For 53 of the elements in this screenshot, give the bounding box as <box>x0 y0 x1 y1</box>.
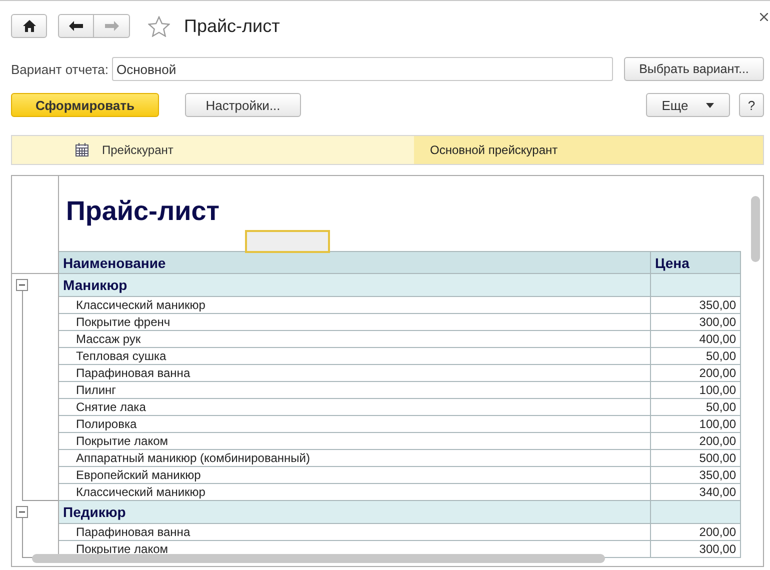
item-price: 50,00 <box>651 399 741 415</box>
item-name: Пилинг <box>59 382 651 398</box>
variant-field[interactable]: Основной <box>112 57 613 81</box>
choose-variant-button[interactable]: Выбрать вариант... <box>624 57 764 81</box>
item-name: Европейский маникюр <box>59 467 651 483</box>
more-button[interactable]: Еще <box>646 93 730 117</box>
caret-icon <box>706 102 714 108</box>
window-title: Прайс-лист <box>184 16 280 36</box>
group-name: Педикюр <box>59 501 651 523</box>
help-button[interactable]: ? <box>739 93 764 117</box>
selected-cell[interactable] <box>245 230 330 253</box>
item-name: Покрытие лаком <box>59 433 651 449</box>
item-name: Классический маникюр <box>59 484 651 500</box>
parameter-value[interactable]: Основной прейскурант <box>414 136 763 164</box>
group-name: Маникюр <box>59 274 651 296</box>
item-name: Покрытие френч <box>59 314 651 330</box>
column-header: Наименование <box>59 252 651 273</box>
item-price: 350,00 <box>651 297 741 313</box>
item-price: 300,00 <box>651 314 741 330</box>
item-price: 340,00 <box>651 484 741 500</box>
home-icon <box>22 20 36 32</box>
item-price: 50,00 <box>651 348 741 364</box>
settings-button[interactable]: Настройки... <box>185 93 301 117</box>
report-title: Прайс-лист <box>66 196 220 226</box>
item-name: Аппаратный маникюр (комбинированный) <box>59 450 651 466</box>
item-name: Массаж рук <box>59 331 651 347</box>
item-price: 300,00 <box>651 541 741 557</box>
item-name: Снятие лака <box>59 399 651 415</box>
collapse-icon[interactable] <box>16 506 28 518</box>
item-price: 350,00 <box>651 467 741 483</box>
close-icon[interactable] <box>760 13 768 21</box>
column-header: Цена <box>651 252 741 273</box>
generate-button[interactable]: Сформировать <box>11 93 159 117</box>
item-name: Парафиновая ванна <box>59 365 651 381</box>
item-price: 200,00 <box>651 524 741 540</box>
item-name: Парафиновая ванна <box>59 524 651 540</box>
star-icon[interactable] <box>148 16 170 36</box>
parameter-label: Прейскурант <box>102 143 174 157</box>
item-price: 100,00 <box>651 382 741 398</box>
item-price: 400,00 <box>651 331 741 347</box>
variant-label: Вариант отчета: <box>11 62 108 76</box>
calendar-icon <box>75 143 89 157</box>
home-button[interactable] <box>11 14 47 38</box>
item-price: 200,00 <box>651 365 741 381</box>
item-name: Тепловая сушка <box>59 348 651 364</box>
item-price: 200,00 <box>651 433 741 449</box>
back-button[interactable] <box>58 14 94 38</box>
collapse-icon[interactable] <box>16 279 28 291</box>
item-price: 100,00 <box>651 416 741 432</box>
item-name: Классический маникюр <box>59 297 651 313</box>
item-price: 500,00 <box>651 450 741 466</box>
horizontal-scrollbar[interactable] <box>32 554 605 563</box>
item-name: Полировка <box>59 416 651 432</box>
